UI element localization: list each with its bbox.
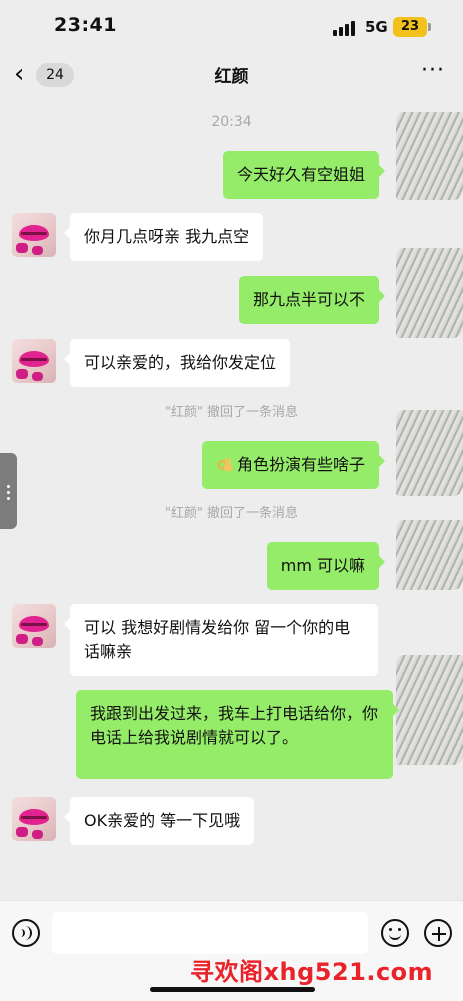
recall-notice: "红颜" 撤回了一条消息 <box>164 405 299 420</box>
more-options-icon[interactable]: ··· <box>418 58 448 88</box>
signal-icon <box>333 20 357 36</box>
plus-icon[interactable] <box>424 919 452 947</box>
incoming-message[interactable]: 可以亲爱的，我给你发定位 <box>63 339 291 387</box>
status-time: 23:41 <box>54 14 117 36</box>
incoming-message[interactable]: 你月几点呀亲 我九点空 <box>63 213 264 261</box>
message-input[interactable] <box>52 912 368 954</box>
home-indicator <box>150 987 315 992</box>
emoji-icon[interactable] <box>381 919 409 947</box>
self-avatar[interactable] <box>396 655 463 765</box>
battery-icon: 23 <box>393 17 427 37</box>
contact-avatar[interactable] <box>12 604 56 648</box>
battery-tip <box>428 23 431 31</box>
outgoing-message[interactable]: 那九点半可以不 <box>238 276 386 324</box>
chat-header: ‹ 24 红颜 ··· <box>0 56 463 94</box>
voice-input-icon[interactable] <box>12 919 40 947</box>
outgoing-message[interactable]: 我跟到出发过来，我车上打电话给你，你电话上给我说剧情就可以了。 <box>76 690 399 779</box>
self-avatar[interactable] <box>396 520 463 590</box>
watermark: 寻欢阁xhg521.com <box>190 958 434 986</box>
recall-notice: "红颜" 撤回了一条消息 <box>164 506 299 521</box>
network-type: 5G <box>365 18 388 36</box>
outgoing-message[interactable]: 今天好久有空姐姐 <box>222 151 386 199</box>
incoming-message[interactable]: 可以 我想好剧情发给你 留一个你的电话嘛亲 <box>64 604 378 676</box>
contact-avatar[interactable] <box>12 797 56 841</box>
status-bar: 23:41 5G 23 <box>0 0 463 56</box>
self-avatar[interactable] <box>396 410 463 496</box>
floating-side-handle[interactable] <box>0 453 17 529</box>
ok-hand-emoji-icon <box>217 457 233 472</box>
outgoing-message[interactable]: mm 可以嘛 <box>266 542 386 590</box>
chat-title: 红颜 <box>214 67 249 87</box>
message-timestamp: 20:34 <box>211 114 252 130</box>
outgoing-message[interactable]: 角色扮演有些啥子 <box>201 441 386 489</box>
self-avatar[interactable] <box>396 248 463 338</box>
contact-avatar[interactable] <box>12 213 56 257</box>
incoming-message[interactable]: OK亲爱的 等一下见哦 <box>63 797 255 845</box>
self-avatar[interactable] <box>396 112 463 200</box>
message-text: 角色扮演有些啥子 <box>236 455 365 474</box>
contact-avatar[interactable] <box>12 339 56 383</box>
